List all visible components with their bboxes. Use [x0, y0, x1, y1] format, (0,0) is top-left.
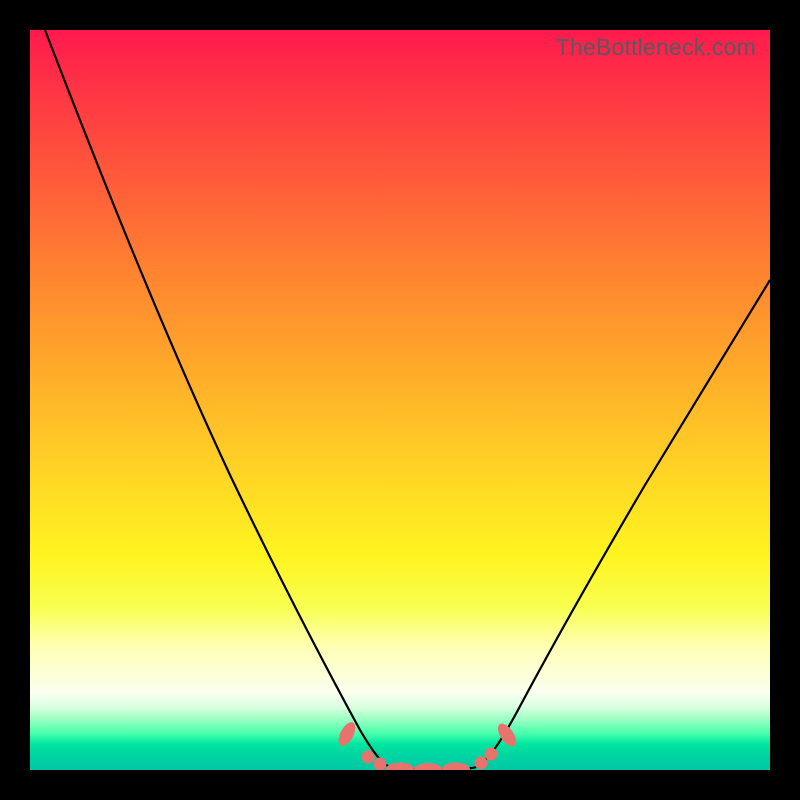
plot-area: TheBottleneck.com — [30, 30, 770, 770]
curve-right-branch — [474, 280, 770, 768]
marker-pill-left — [335, 719, 359, 748]
marker-dot — [362, 751, 375, 764]
curve-left-branch — [45, 30, 390, 768]
curve-markers — [335, 719, 520, 770]
marker-dot — [485, 748, 498, 761]
marker-dot — [475, 757, 488, 770]
marker-pill-bottom — [414, 763, 442, 770]
marker-dot — [374, 758, 387, 771]
bottleneck-curve — [30, 30, 770, 770]
marker-pill-bottom — [442, 763, 470, 771]
chart-frame: TheBottleneck.com — [0, 0, 800, 800]
marker-pill-bottom — [386, 763, 414, 771]
